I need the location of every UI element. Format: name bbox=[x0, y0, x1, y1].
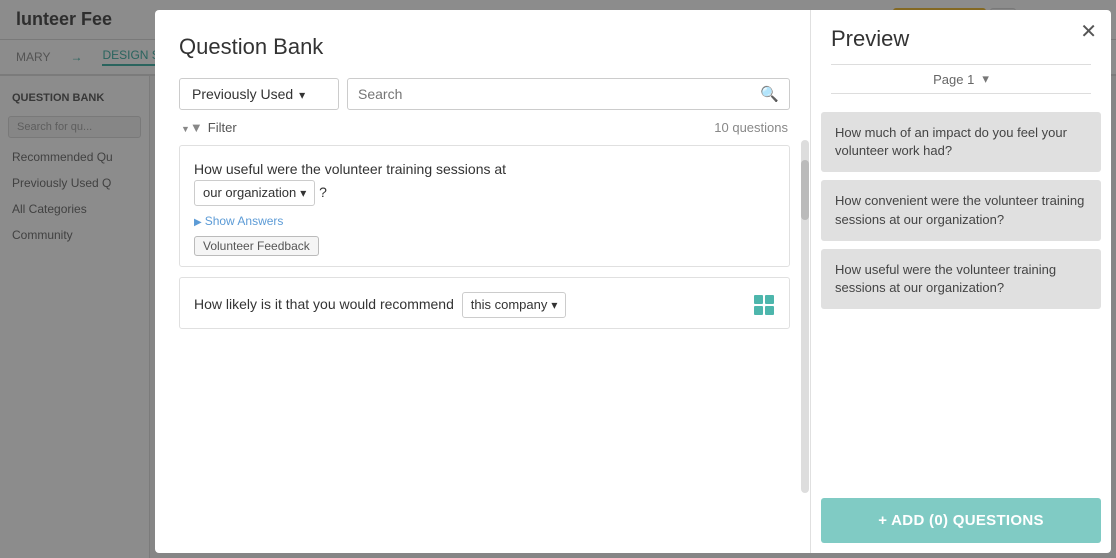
inline-dropdown-2-label: this company bbox=[471, 296, 548, 314]
preview-questions: How much of an impact do you feel your v… bbox=[811, 112, 1111, 488]
preview-header: Preview Page 1 ▾ bbox=[811, 10, 1111, 112]
modal-close-button[interactable]: ✕ bbox=[1080, 22, 1097, 42]
filter-button[interactable]: ▼ Filter bbox=[181, 120, 237, 135]
search-bar-row: Previously Used 🔍 bbox=[179, 78, 790, 110]
questions-count: 10 questions bbox=[714, 120, 788, 135]
question-card-1: How useful were the volunteer training s… bbox=[179, 145, 790, 267]
page-label: Page 1 bbox=[933, 72, 974, 87]
search-icon: 🔍 bbox=[760, 85, 779, 103]
scroll-indicator bbox=[801, 140, 809, 493]
question-2-text: How likely is it that you would recommen… bbox=[194, 292, 743, 318]
modal-overlay: ✕ Question Bank Previously Used 🔍 ▼ Filt… bbox=[0, 0, 1116, 558]
preview-question-2: How convenient were the volunteer traini… bbox=[821, 180, 1101, 240]
preview-title: Preview bbox=[831, 26, 1091, 52]
question-2-text-before: How likely is it that you would recommen… bbox=[194, 296, 454, 312]
category-badge: Volunteer Feedback bbox=[194, 236, 319, 256]
filter-label: Filter bbox=[208, 120, 237, 135]
search-input-wrap: 🔍 bbox=[347, 78, 790, 110]
filter-row: ▼ Filter 10 questions bbox=[179, 120, 790, 135]
inline-dropdown-label: our organization bbox=[203, 184, 296, 202]
modal-title: Question Bank bbox=[179, 34, 790, 60]
show-answers-label: Show Answers bbox=[205, 214, 284, 228]
show-answers-link[interactable]: Show Answers bbox=[194, 214, 775, 228]
inline-chevron-icon bbox=[300, 184, 306, 202]
filter-dropdown-button[interactable]: Previously Used bbox=[179, 78, 339, 110]
modal-right-panel: Preview Page 1 ▾ How much of an impact d… bbox=[811, 10, 1111, 553]
chevron-down-icon bbox=[299, 86, 305, 102]
search-input[interactable] bbox=[358, 86, 760, 102]
add-questions-button[interactable]: + ADD (0) QUESTIONS bbox=[821, 498, 1101, 543]
page-chevron-icon[interactable]: ▾ bbox=[982, 71, 989, 87]
questions-list: How useful were the volunteer training s… bbox=[179, 145, 790, 537]
question-1-text-before: How useful were the volunteer training s… bbox=[194, 161, 506, 177]
triangle-right-icon bbox=[194, 214, 202, 228]
question-1-inline-dropdown[interactable]: our organization bbox=[194, 180, 315, 206]
preview-question-1: How much of an impact do you feel your v… bbox=[821, 112, 1101, 172]
page-indicator: Page 1 ▾ bbox=[831, 64, 1091, 94]
scroll-thumb[interactable] bbox=[801, 160, 809, 220]
filter-dropdown-label: Previously Used bbox=[192, 86, 293, 102]
matrix-icon bbox=[753, 294, 775, 316]
question-card-2: How likely is it that you would recommen… bbox=[179, 277, 790, 329]
inline-chevron-2-icon bbox=[551, 296, 557, 314]
question-1-text-after: ? bbox=[319, 184, 327, 200]
question-1-text: How useful were the volunteer training s… bbox=[194, 160, 775, 206]
question-2-inline-dropdown[interactable]: this company bbox=[462, 292, 567, 318]
preview-question-3: How useful were the volunteer training s… bbox=[821, 249, 1101, 309]
filter-icon: ▼ bbox=[181, 120, 203, 135]
question-bank-modal: ✕ Question Bank Previously Used 🔍 ▼ Filt… bbox=[155, 10, 1111, 553]
modal-left-panel: Question Bank Previously Used 🔍 ▼ Filter… bbox=[155, 10, 811, 553]
